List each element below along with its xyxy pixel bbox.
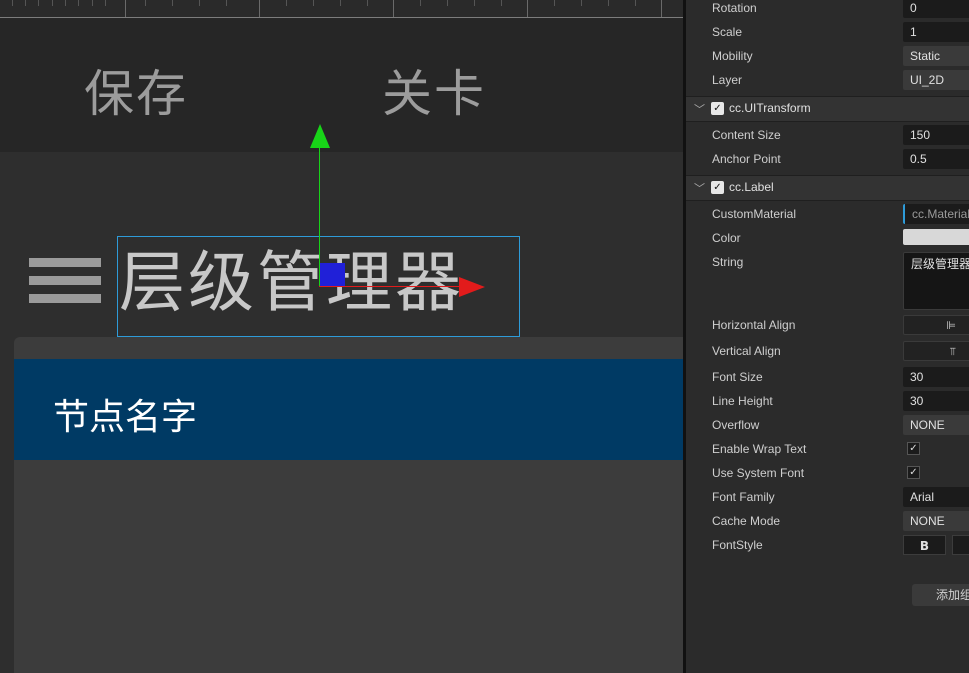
vertical-align-label: Vertical Align: [712, 344, 781, 358]
anchor-point-field[interactable]: 0.5: [903, 149, 969, 169]
color-swatch[interactable]: [903, 229, 969, 245]
custom-material-field[interactable]: cc.Material: [903, 204, 969, 224]
gizmo-x-axis[interactable]: [319, 286, 464, 287]
bold-toggle-button[interactable]: B: [903, 535, 946, 555]
enable-wrap-text-checkbox[interactable]: ✓: [907, 442, 920, 455]
use-system-font-label: Use System Font: [712, 466, 805, 480]
layer-select[interactable]: UI_2D: [903, 70, 969, 90]
string-textarea[interactable]: 层级管理器: [903, 252, 969, 310]
anchor-point-label: Anchor Point: [712, 152, 781, 166]
font-size-label: Font Size: [712, 370, 763, 384]
font-family-label: Font Family: [712, 490, 775, 504]
scene-ruler: [0, 0, 683, 18]
mobility-label: Mobility: [712, 49, 753, 63]
rotation-field[interactable]: 0: [903, 0, 969, 18]
scale-field[interactable]: 1: [903, 22, 969, 42]
mobility-select[interactable]: Static: [903, 46, 969, 66]
rotation-label: Rotation: [712, 1, 757, 15]
uitransform-enable-checkbox[interactable]: ✓: [711, 102, 724, 115]
overflow-select[interactable]: NONE: [903, 415, 969, 435]
content-size-field[interactable]: 150: [903, 125, 969, 145]
enable-wrap-text-label: Enable Wrap Text: [712, 442, 807, 456]
add-component-button[interactable]: 添加组: [912, 584, 969, 606]
italic-toggle-button[interactable]: [952, 535, 969, 555]
label-title: cc.Label: [729, 180, 774, 194]
gizmo-x-arrow-icon[interactable]: [459, 277, 485, 297]
scene-viewport[interactable]: 保存 关卡 层级管理器 节点名字: [0, 0, 683, 673]
gizmo-y-arrow-icon[interactable]: [310, 124, 330, 148]
horizontal-align-control[interactable]: ⊫: [903, 315, 969, 335]
label-section-header[interactable]: ﹀ ✓ cc.Label: [686, 175, 969, 201]
layer-label: Layer: [712, 73, 743, 87]
content-size-label: Content Size: [712, 128, 781, 142]
line-height-field[interactable]: 30: [903, 391, 969, 411]
use-system-font-checkbox[interactable]: ✓: [907, 466, 920, 479]
hamburger-menu-icon[interactable]: [29, 258, 101, 312]
label-enable-checkbox[interactable]: ✓: [711, 181, 724, 194]
vertical-align-control[interactable]: ⫪: [903, 341, 969, 361]
save-button[interactable]: 保存: [84, 54, 188, 126]
chevron-down-icon[interactable]: ﹀: [694, 180, 705, 196]
cache-mode-label: Cache Mode: [712, 514, 781, 528]
string-label: String: [712, 255, 744, 269]
uitransform-title: cc.UITransform: [729, 101, 811, 115]
font-size-field[interactable]: 30: [903, 367, 969, 387]
font-family-field[interactable]: Arial: [903, 487, 969, 507]
chevron-down-icon[interactable]: ﹀: [694, 101, 705, 117]
color-label: Color: [712, 231, 741, 245]
font-style-label: FontStyle: [712, 538, 763, 552]
line-height-label: Line Height: [712, 394, 773, 408]
inspector-panel: Rotation 0 Scale 1 Mobility Static Layer…: [683, 0, 969, 673]
uitransform-section-header[interactable]: ﹀ ✓ cc.UITransform: [686, 96, 969, 122]
level-button[interactable]: 关卡: [382, 54, 486, 126]
horizontal-align-label: Horizontal Align: [712, 318, 796, 332]
gizmo-center-handle[interactable]: [320, 263, 345, 286]
align-top-icon[interactable]: ⫪: [950, 342, 956, 362]
overflow-label: Overflow: [712, 418, 760, 432]
custom-material-label: CustomMaterial: [712, 207, 797, 221]
align-left-icon[interactable]: ⊫: [946, 316, 956, 336]
cache-mode-select[interactable]: NONE: [903, 511, 969, 531]
list-item-label: 节点名字: [53, 397, 198, 438]
scale-label: Scale: [712, 25, 743, 39]
